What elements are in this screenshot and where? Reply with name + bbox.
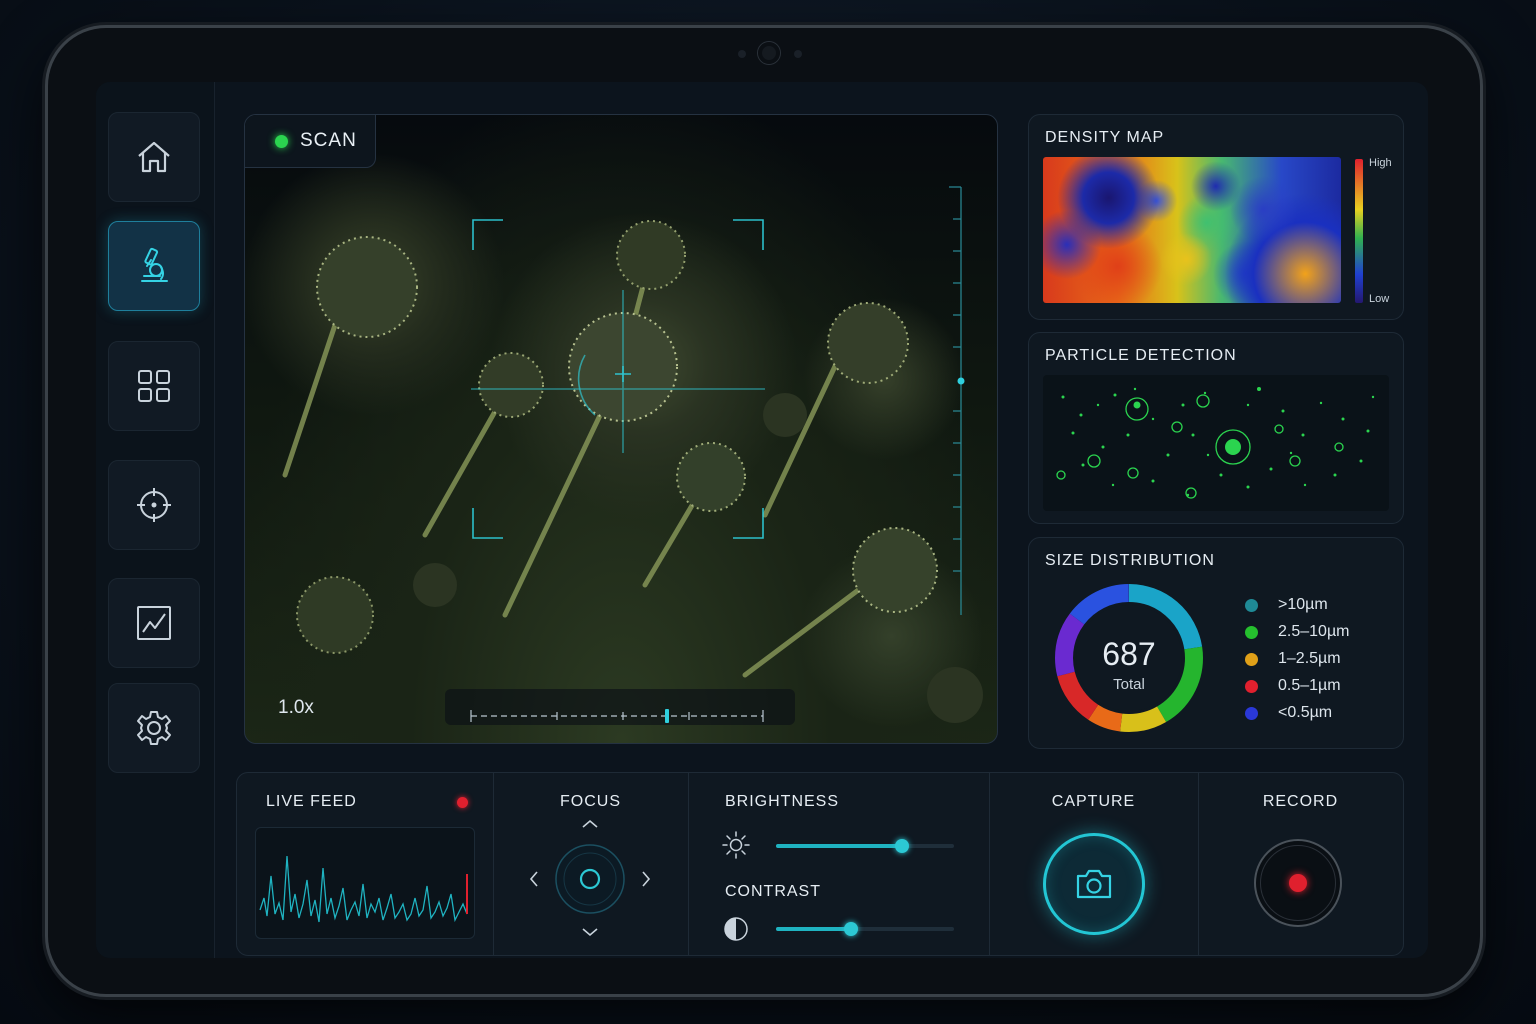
brightness-title: BRIGHTNESS [725,793,840,810]
sidebar [96,82,215,958]
legend-swatch [1245,652,1258,666]
nav-dashboard[interactable] [108,341,200,431]
scale-low-label: Low [1369,293,1390,305]
contrast-icon [724,917,748,941]
home-icon [138,141,170,173]
focus-dpad[interactable] [493,817,688,947]
particle-map[interactable] [1043,375,1389,511]
legend-item: <0.5µm [1245,704,1332,722]
nav-analytics[interactable] [108,578,200,668]
nav-target[interactable] [108,460,200,550]
tablet-frame: SCAN 1.0x DENSITY MAP High Low PARTICLE … [48,28,1480,994]
brightness-slider-thumb[interactable] [895,839,910,853]
legend-label: 2.5–10µm [1278,623,1350,640]
legend-item: >10µm [1245,596,1328,614]
screen: SCAN 1.0x DENSITY MAP High Low PARTICLE … [96,82,1428,958]
brightness-slider[interactable] [776,839,954,853]
focus-title: FOCUS [560,793,621,810]
live-indicator [457,797,468,808]
sensor-dot [738,50,746,58]
zoom-handle [665,709,669,723]
scan-label: SCAN [300,130,357,151]
front-camera [758,42,780,64]
specimen-image [282,186,983,725]
gear-icon [137,711,171,745]
record-button[interactable] [1254,839,1342,927]
contrast-slider[interactable] [776,922,954,936]
record-dot-icon [1289,874,1307,892]
scan-status-badge[interactable]: SCAN [245,115,376,168]
density-map-title: DENSITY MAP [1045,129,1165,146]
nav-settings[interactable] [108,683,200,773]
legend-swatch [1245,706,1258,720]
contrast-slider-fill [776,927,851,931]
density-heatmap[interactable] [1043,157,1341,303]
chart-icon [137,606,171,640]
scale-high-label: High [1369,157,1392,169]
size-distribution-title: SIZE DISTRIBUTION [1045,552,1215,569]
grid-icon [138,370,170,402]
record-section: RECORD [1198,773,1403,955]
capture-section: CAPTURE [989,773,1199,955]
focus-indicator [957,377,965,385]
density-map-panel: DENSITY MAP High Low [1028,114,1404,320]
live-feed-waveform[interactable] [255,827,475,939]
record-title: RECORD [1262,793,1339,810]
zoom-level: 1.0x [278,697,314,718]
contrast-title: CONTRAST [725,883,821,900]
capture-button[interactable] [1043,833,1145,935]
camera-icon [1076,869,1112,899]
size-distribution-panel: SIZE DISTRIBUTION 687 Total >10µm 2.5–10… [1028,537,1404,749]
legend-label: <0.5µm [1278,704,1333,721]
density-scale-bar [1355,159,1363,303]
legend-swatch [1245,625,1258,639]
contrast-slider-thumb[interactable] [843,922,858,936]
legend-label: 0.5–1µm [1278,677,1341,694]
focus-section: FOCUS [493,773,689,955]
particle-detection-panel: PARTICLE DETECTION [1028,332,1404,524]
legend-item: 2.5–10µm [1245,623,1349,641]
particle-plot [1056,387,1375,499]
microscope-viewer[interactable]: SCAN 1.0x [244,114,998,744]
capture-title: CAPTURE [1051,793,1136,810]
live-feed-section: LIVE FEED [237,773,494,955]
control-bar: LIVE FEED FOCUS BRIGHTNESS CONTRAST CAPT… [236,772,1404,956]
record-ring [1260,845,1336,921]
particle-detection-title: PARTICLE DETECTION [1045,347,1237,364]
brightness-slider-fill [776,844,903,848]
adjustments-section: BRIGHTNESS CONTRAST [688,773,990,955]
nav-microscope[interactable] [108,221,200,311]
total-label: Total [1113,676,1145,693]
nav-home[interactable] [108,112,200,202]
total-count: 687 [1102,636,1156,672]
legend-swatch [1245,598,1258,612]
legend-label: 1–2.5µm [1278,650,1341,667]
live-feed-title: LIVE FEED [266,793,357,810]
legend-label: >10µm [1278,596,1328,613]
crosshair-icon [137,488,171,522]
sun-icon [722,831,750,859]
sensor-dot [794,50,802,58]
legend-item: 0.5–1µm [1245,677,1341,695]
legend-item: 1–2.5µm [1245,650,1341,668]
scan-status-dot [275,134,288,148]
legend-swatch [1245,679,1258,693]
microscope-icon [141,247,168,282]
